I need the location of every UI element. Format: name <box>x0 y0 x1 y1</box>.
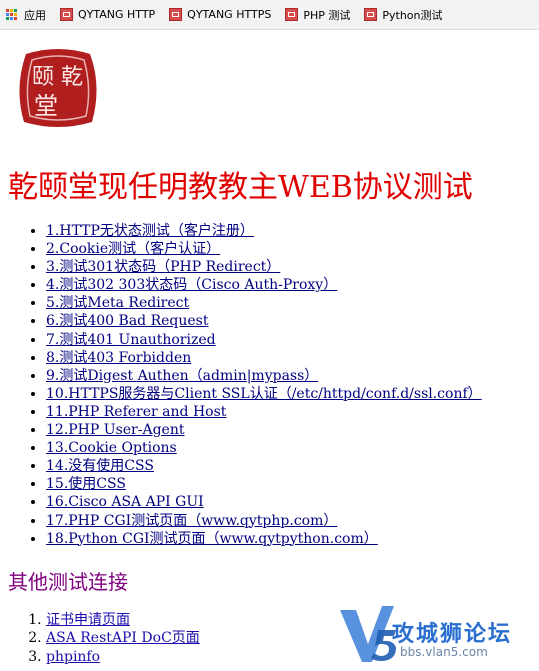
list-item: 5.测试Meta Redirect <box>46 294 482 312</box>
list-item: 16.Cisco ASA API GUI <box>46 493 482 511</box>
list-item: 1.HTTP无状态测试（客户注册） <box>46 222 482 240</box>
qytang-seal-logo: 颐 乾 堂 <box>16 46 100 130</box>
list-item: 3.测试301状态码（PHP Redirect） <box>46 258 482 276</box>
test-link[interactable]: 17.PHP CGI测试页面（www.qytphp.com） <box>46 513 337 529</box>
bookmark-python-test[interactable]: Python测试 <box>358 0 448 30</box>
test-link[interactable]: 8.测试403 Forbidden <box>46 350 191 366</box>
bookmark-label: 应用 <box>24 8 46 22</box>
svg-text:堂: 堂 <box>34 92 58 120</box>
list-item: 2.Cookie测试（客户认证） <box>46 240 482 258</box>
list-item: 10.HTTPS服务器与Client SSL认证（/etc/httpd/conf… <box>46 385 482 403</box>
other-links-heading: 其他测试连接 <box>8 570 128 594</box>
list-item: phpinfo <box>46 648 200 666</box>
test-link[interactable]: 15.使用CSS <box>46 476 126 492</box>
test-link[interactable]: 10.HTTPS服务器与Client SSL认证（/etc/httpd/conf… <box>46 386 482 402</box>
test-link[interactable]: 11.PHP Referer and Host <box>46 404 226 420</box>
site-favicon-icon <box>60 8 73 21</box>
phpinfo-link[interactable]: phpinfo <box>46 649 100 665</box>
test-links-list: 1.HTTP无状态测试（客户注册） 2.Cookie测试（客户认证） 3.测试3… <box>29 222 482 548</box>
test-link[interactable]: 6.测试400 Bad Request <box>46 313 208 329</box>
test-link[interactable]: 3.测试301状态码（PHP Redirect） <box>46 259 280 275</box>
test-link[interactable]: 2.Cookie测试（客户认证） <box>46 241 220 257</box>
list-item: 8.测试403 Forbidden <box>46 349 482 367</box>
apps-grid-icon <box>6 8 18 21</box>
test-link[interactable]: 13.Cookie Options <box>46 440 177 456</box>
list-item: 12.PHP User-Agent <box>46 421 482 439</box>
watermark-name: 攻城狮论坛 <box>392 622 513 647</box>
test-link[interactable]: 7.测试401 Unauthorized <box>46 332 216 348</box>
test-link[interactable]: 18.Python CGI测试页面（www.qytpython.com） <box>46 531 378 547</box>
page-title: 乾颐堂现任明教教主WEB协议测试 <box>8 170 473 205</box>
svg-text:乾: 乾 <box>61 65 83 90</box>
site-favicon-icon <box>169 8 183 21</box>
bookmarks-bar: 应用 QYTANG HTTP QYTANG HTTPS PHP 测试 Pytho… <box>0 0 539 30</box>
test-link[interactable]: 1.HTTP无状态测试（客户注册） <box>46 223 254 239</box>
asa-restapi-doc-link[interactable]: ASA RestAPI DoC页面 <box>46 630 200 646</box>
test-link[interactable]: 16.Cisco ASA API GUI <box>46 494 204 510</box>
bookmark-label: PHP 测试 <box>303 8 351 22</box>
bookmark-qytang-http[interactable]: QYTANG HTTP <box>54 0 161 30</box>
cert-request-link[interactable]: 证书申请页面 <box>46 612 130 628</box>
site-favicon-icon <box>285 8 299 21</box>
site-favicon-icon <box>364 8 378 21</box>
test-link[interactable]: 12.PHP User-Agent <box>46 422 184 438</box>
bookmark-qytang-https[interactable]: QYTANG HTTPS <box>163 0 277 30</box>
list-item: 4.测试302 303状态码（Cisco Auth-Proxy） <box>46 276 482 294</box>
list-item: ASA RestAPI DoC页面 <box>46 629 200 647</box>
list-item: 证书申请页面 <box>46 611 200 629</box>
list-item: 6.测试400 Bad Request <box>46 312 482 330</box>
list-item: 7.测试401 Unauthorized <box>46 331 482 349</box>
test-link[interactable]: 14.没有使用CSS <box>46 458 154 474</box>
other-links-list: 证书申请页面 ASA RestAPI DoC页面 phpinfo <box>4 611 200 666</box>
test-link[interactable]: 5.测试Meta Redirect <box>46 295 189 311</box>
watermark-url: bbs.vlan5.com <box>400 645 488 659</box>
list-item: 17.PHP CGI测试页面（www.qytphp.com） <box>46 512 482 530</box>
bookmark-label: QYTANG HTTPS <box>187 8 272 21</box>
bookmark-label: Python测试 <box>382 8 443 22</box>
bookmark-label: QYTANG HTTP <box>78 8 156 21</box>
test-link[interactable]: 4.测试302 303状态码（Cisco Auth-Proxy） <box>46 277 337 293</box>
list-item: 9.测试Digest Authen（admin|mypass） <box>46 367 482 385</box>
svg-text:颐: 颐 <box>32 65 54 90</box>
list-item: 18.Python CGI测试页面（www.qytpython.com） <box>46 530 482 548</box>
list-item: 15.使用CSS <box>46 475 482 493</box>
bookmark-apps[interactable]: 应用 <box>0 0 52 30</box>
list-item: 13.Cookie Options <box>46 439 482 457</box>
test-link[interactable]: 9.测试Digest Authen（admin|mypass） <box>46 368 318 384</box>
list-item: 14.没有使用CSS <box>46 457 482 475</box>
list-item: 11.PHP Referer and Host <box>46 403 482 421</box>
bookmark-php-test[interactable]: PHP 测试 <box>279 0 356 30</box>
